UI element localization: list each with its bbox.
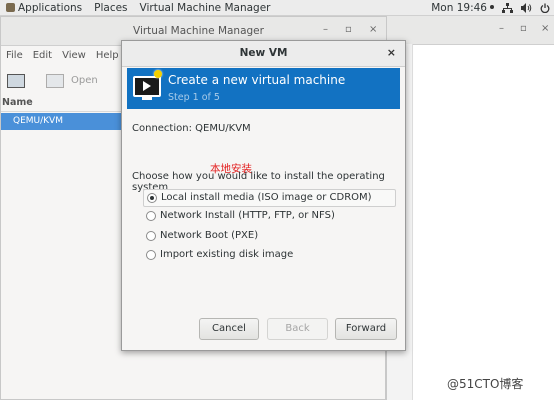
option-label: Network Install (HTTP, FTP, or NFS) — [160, 210, 335, 221]
bg-maximize-icon[interactable]: ▫ — [520, 23, 527, 34]
top-bar: Applications Places Virtual Machine Mana… — [0, 0, 554, 16]
new-vm-icon[interactable] — [7, 74, 25, 88]
new-vm-monitor-icon — [133, 70, 162, 100]
applications-icon — [6, 2, 15, 12]
dialog-close-icon[interactable]: × — [387, 46, 396, 59]
option-label: Import existing disk image — [160, 249, 294, 260]
radio-icon[interactable] — [146, 250, 156, 260]
menu-help[interactable]: Help — [91, 50, 124, 61]
option-label: Local install media (ISO image or CDROM) — [161, 192, 372, 203]
notification-dot-icon — [490, 4, 494, 9]
radio-icon[interactable] — [146, 231, 156, 241]
clock[interactable]: Mon 19:46 — [431, 2, 494, 14]
applications-label: Applications — [18, 1, 83, 14]
name-column-header: Name — [2, 97, 33, 108]
places-menu[interactable]: Places — [88, 2, 133, 14]
power-icon[interactable] — [540, 3, 550, 13]
option-local-install[interactable]: Local install media (ISO image or CDROM) — [143, 189, 396, 207]
connection-label: Connection: — [132, 123, 192, 134]
menu-view[interactable]: View — [57, 50, 91, 61]
watermark: @51CTO博客 — [447, 377, 524, 391]
open-vm-icon[interactable] — [46, 74, 64, 88]
new-vm-dialog: New VM × Create a new virtual machine St… — [121, 40, 406, 351]
option-network-install[interactable]: Network Install (HTTP, FTP, or NFS) — [143, 208, 396, 226]
back-button[interactable]: Back — [267, 318, 328, 340]
connection-row[interactable]: QEMU/KVM — [1, 113, 123, 130]
window-title: Virtual Machine Manager — [133, 25, 264, 37]
dialog-title: New VM — [239, 47, 288, 59]
menu-file[interactable]: File — [1, 50, 28, 61]
connection-value: QEMU/KVM — [195, 123, 251, 134]
clock-label: Mon 19:46 — [431, 1, 487, 14]
app-menu[interactable]: Virtual Machine Manager — [134, 2, 277, 14]
radio-selected-icon[interactable] — [147, 193, 157, 203]
connection-info: Connection: QEMU/KVM — [132, 123, 251, 134]
banner-title: Create a new virtual machine — [168, 73, 346, 87]
cancel-button[interactable]: Cancel — [199, 318, 259, 340]
status-area: Mon 19:46 — [431, 0, 550, 15]
background-window: – ▫ × — [386, 16, 554, 400]
close-icon[interactable]: × — [369, 24, 377, 35]
dialog-titlebar: New VM × — [122, 41, 405, 67]
applications-menu[interactable]: Applications — [0, 2, 88, 14]
radio-icon[interactable] — [146, 211, 156, 221]
bg-close-icon[interactable]: × — [541, 23, 549, 34]
bg-minimize-icon[interactable]: – — [499, 23, 504, 34]
connection-row-label: QEMU/KVM — [13, 116, 63, 126]
option-import-disk[interactable]: Import existing disk image — [143, 247, 396, 265]
network-icon[interactable] — [502, 2, 513, 13]
option-label: Network Boot (PXE) — [160, 230, 259, 241]
minimize-icon[interactable]: – — [323, 24, 328, 35]
forward-button[interactable]: Forward — [335, 318, 397, 340]
background-window-titlebar: – ▫ × — [387, 16, 554, 45]
option-network-boot[interactable]: Network Boot (PXE) — [143, 228, 396, 246]
maximize-icon[interactable]: ▫ — [345, 24, 352, 35]
volume-icon[interactable] — [521, 2, 532, 13]
banner-step: Step 1 of 5 — [168, 92, 220, 103]
wizard-banner: Create a new virtual machine Step 1 of 5 — [127, 68, 400, 109]
menu-edit[interactable]: Edit — [28, 50, 57, 61]
open-button[interactable]: Open — [71, 75, 98, 86]
